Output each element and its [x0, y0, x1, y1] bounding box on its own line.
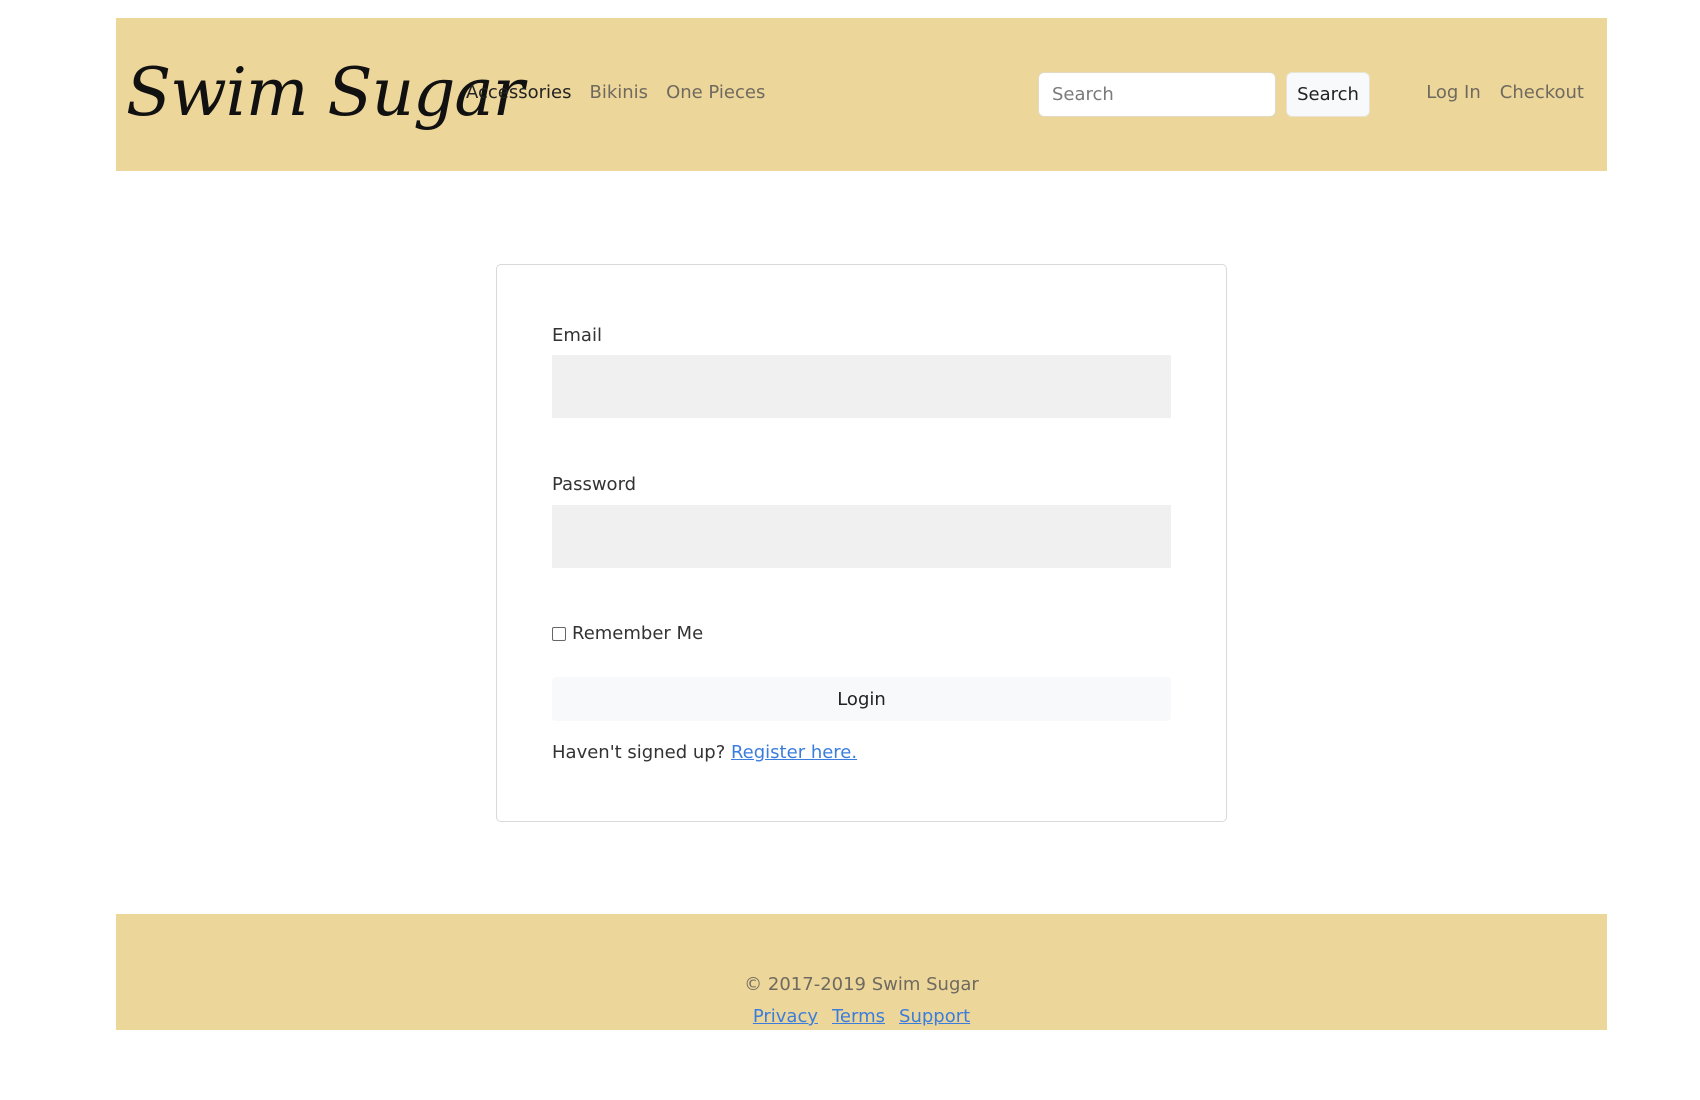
- login-button[interactable]: Login: [552, 677, 1171, 721]
- remember-me-label: Remember Me: [572, 623, 704, 644]
- nav-link-one-pieces[interactable]: One Pieces: [666, 82, 765, 103]
- email-label: Email: [552, 325, 602, 346]
- remember-me: Remember Me: [552, 623, 703, 644]
- brand-logo[interactable]: Swim Sugar: [126, 60, 524, 126]
- log-in-link[interactable]: Log In: [1426, 82, 1481, 103]
- register-prompt: Haven't signed up?: [552, 742, 726, 763]
- password-label: Password: [552, 474, 637, 495]
- footer-links: Privacy Terms Support: [116, 1006, 1607, 1027]
- support-link[interactable]: Support: [899, 1006, 970, 1027]
- nav-link-accessories[interactable]: Accessories: [466, 82, 572, 103]
- email-field[interactable]: [552, 355, 1171, 418]
- search-form: Search: [1038, 72, 1370, 117]
- terms-link[interactable]: Terms: [832, 1006, 885, 1027]
- nav-links: Accessories Bikinis One Pieces: [466, 82, 765, 103]
- search-button[interactable]: Search: [1286, 72, 1370, 117]
- register-link[interactable]: Register here.: [731, 742, 857, 763]
- nav-link-bikinis[interactable]: Bikinis: [590, 82, 649, 103]
- navbar: Swim Sugar Accessories Bikinis One Piece…: [116, 18, 1607, 171]
- copyright: © 2017-2019 Swim Sugar: [744, 974, 979, 995]
- password-field[interactable]: [552, 505, 1171, 568]
- register-line: Haven't signed up? Register here.: [552, 742, 857, 763]
- privacy-link[interactable]: Privacy: [753, 1006, 818, 1027]
- user-links: Log In Checkout: [1426, 82, 1584, 103]
- login-card: Email Password Remember Me Login Haven't…: [496, 264, 1227, 822]
- checkout-link[interactable]: Checkout: [1500, 82, 1584, 103]
- remember-me-checkbox[interactable]: [552, 626, 566, 641]
- search-input[interactable]: [1038, 72, 1276, 117]
- footer: © 2017-2019 Swim Sugar Privacy Terms Sup…: [116, 914, 1607, 1030]
